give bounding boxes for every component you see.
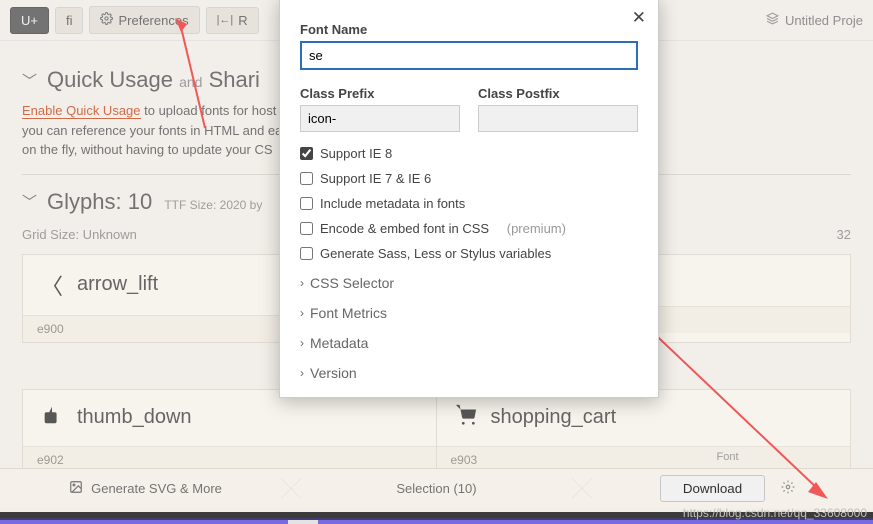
glyph-name: thumb_down xyxy=(77,406,192,429)
stack-icon xyxy=(766,12,779,28)
font-tab-label: Font xyxy=(716,451,738,463)
grid-size-label: Grid Size: Unknown xyxy=(22,227,137,242)
support-ie8-checkbox[interactable]: Support IE 8 xyxy=(300,146,638,161)
enable-quick-usage-link[interactable]: Enable Quick Usage xyxy=(22,103,141,119)
project-info[interactable]: Untitled Proje xyxy=(766,12,863,28)
gear-icon xyxy=(100,12,113,28)
chevron-down-icon: ﹀ xyxy=(22,191,37,212)
arrow-lift-icon: 〈 xyxy=(41,269,63,301)
watermark-text: https://blog.csdn.net/qq_33608000 xyxy=(683,506,867,520)
metadata-expander[interactable]: ›Metadata xyxy=(300,335,638,351)
css-selector-expander[interactable]: ›CSS Selector xyxy=(300,275,638,291)
glyphs-title: Glyphs: 10 TTF Size: 2020 by xyxy=(47,189,262,215)
chevron-down-icon: ﹀ xyxy=(22,70,37,91)
preferences-modal: ✕ Font Name Class Prefix Class Postfix S… xyxy=(279,0,659,398)
selection-tab[interactable]: Selection (10) xyxy=(291,468,582,508)
preferences-label: Preferences xyxy=(118,13,188,28)
glyph-cell[interactable]: shopping_cart e903 xyxy=(437,389,852,474)
include-metadata-checkbox[interactable]: Include metadata in fonts xyxy=(300,196,638,211)
reset-label: R xyxy=(238,13,247,28)
glyph-count: 32 xyxy=(837,227,851,242)
thumb-down-icon xyxy=(41,404,63,432)
font-metrics-expander[interactable]: ›Font Metrics xyxy=(300,305,638,321)
font-name-input[interactable] xyxy=(300,41,638,70)
generate-svg-label: Generate SVG & More xyxy=(91,481,222,496)
encode-embed-checkbox[interactable]: Encode & embed font in CSS (premium) xyxy=(300,221,638,236)
class-postfix-input[interactable] xyxy=(478,105,638,132)
chevron-right-icon: › xyxy=(300,306,304,320)
close-button[interactable]: ✕ xyxy=(632,8,646,28)
class-postfix-label: Class Postfix xyxy=(478,86,638,101)
chevron-right-icon: › xyxy=(300,276,304,290)
glyph-name: arrow_lift xyxy=(77,273,158,296)
class-prefix-label: Class Prefix xyxy=(300,86,460,101)
project-title: Untitled Proje xyxy=(785,13,863,28)
reset-button[interactable]: |←| R xyxy=(206,7,259,34)
glyph-name: shopping_cart xyxy=(491,406,617,429)
support-ie76-checkbox[interactable]: Support IE 7 & IE 6 xyxy=(300,171,638,186)
reset-icon: |←| xyxy=(217,14,234,26)
font-download-tab[interactable]: Font Download xyxy=(582,468,873,508)
generate-svg-tab[interactable]: Generate SVG & More xyxy=(0,468,291,508)
shopping-cart-icon xyxy=(455,404,477,432)
gear-icon[interactable] xyxy=(781,480,795,497)
unicode-button[interactable]: U+ xyxy=(10,7,49,34)
selection-label: Selection (10) xyxy=(396,481,476,496)
font-name-label: Font Name xyxy=(300,22,638,37)
image-icon xyxy=(69,480,83,497)
ligature-button[interactable]: fi xyxy=(55,7,84,34)
glyph-cell[interactable]: thumb_down e902 xyxy=(22,389,437,474)
generate-sass-checkbox[interactable]: Generate Sass, Less or Stylus variables xyxy=(300,246,638,261)
chevron-right-icon: › xyxy=(300,336,304,350)
preferences-button[interactable]: Preferences xyxy=(89,6,199,34)
chevron-right-icon: › xyxy=(300,366,304,380)
footer-bar: Generate SVG & More Selection (10) Font … xyxy=(0,468,873,508)
quick-usage-title: Quick Usage and Shari xyxy=(47,67,260,93)
version-expander[interactable]: ›Version xyxy=(300,365,638,381)
class-prefix-input[interactable] xyxy=(300,105,460,132)
download-button[interactable]: Download xyxy=(660,475,765,502)
download-label: Download xyxy=(683,481,742,496)
